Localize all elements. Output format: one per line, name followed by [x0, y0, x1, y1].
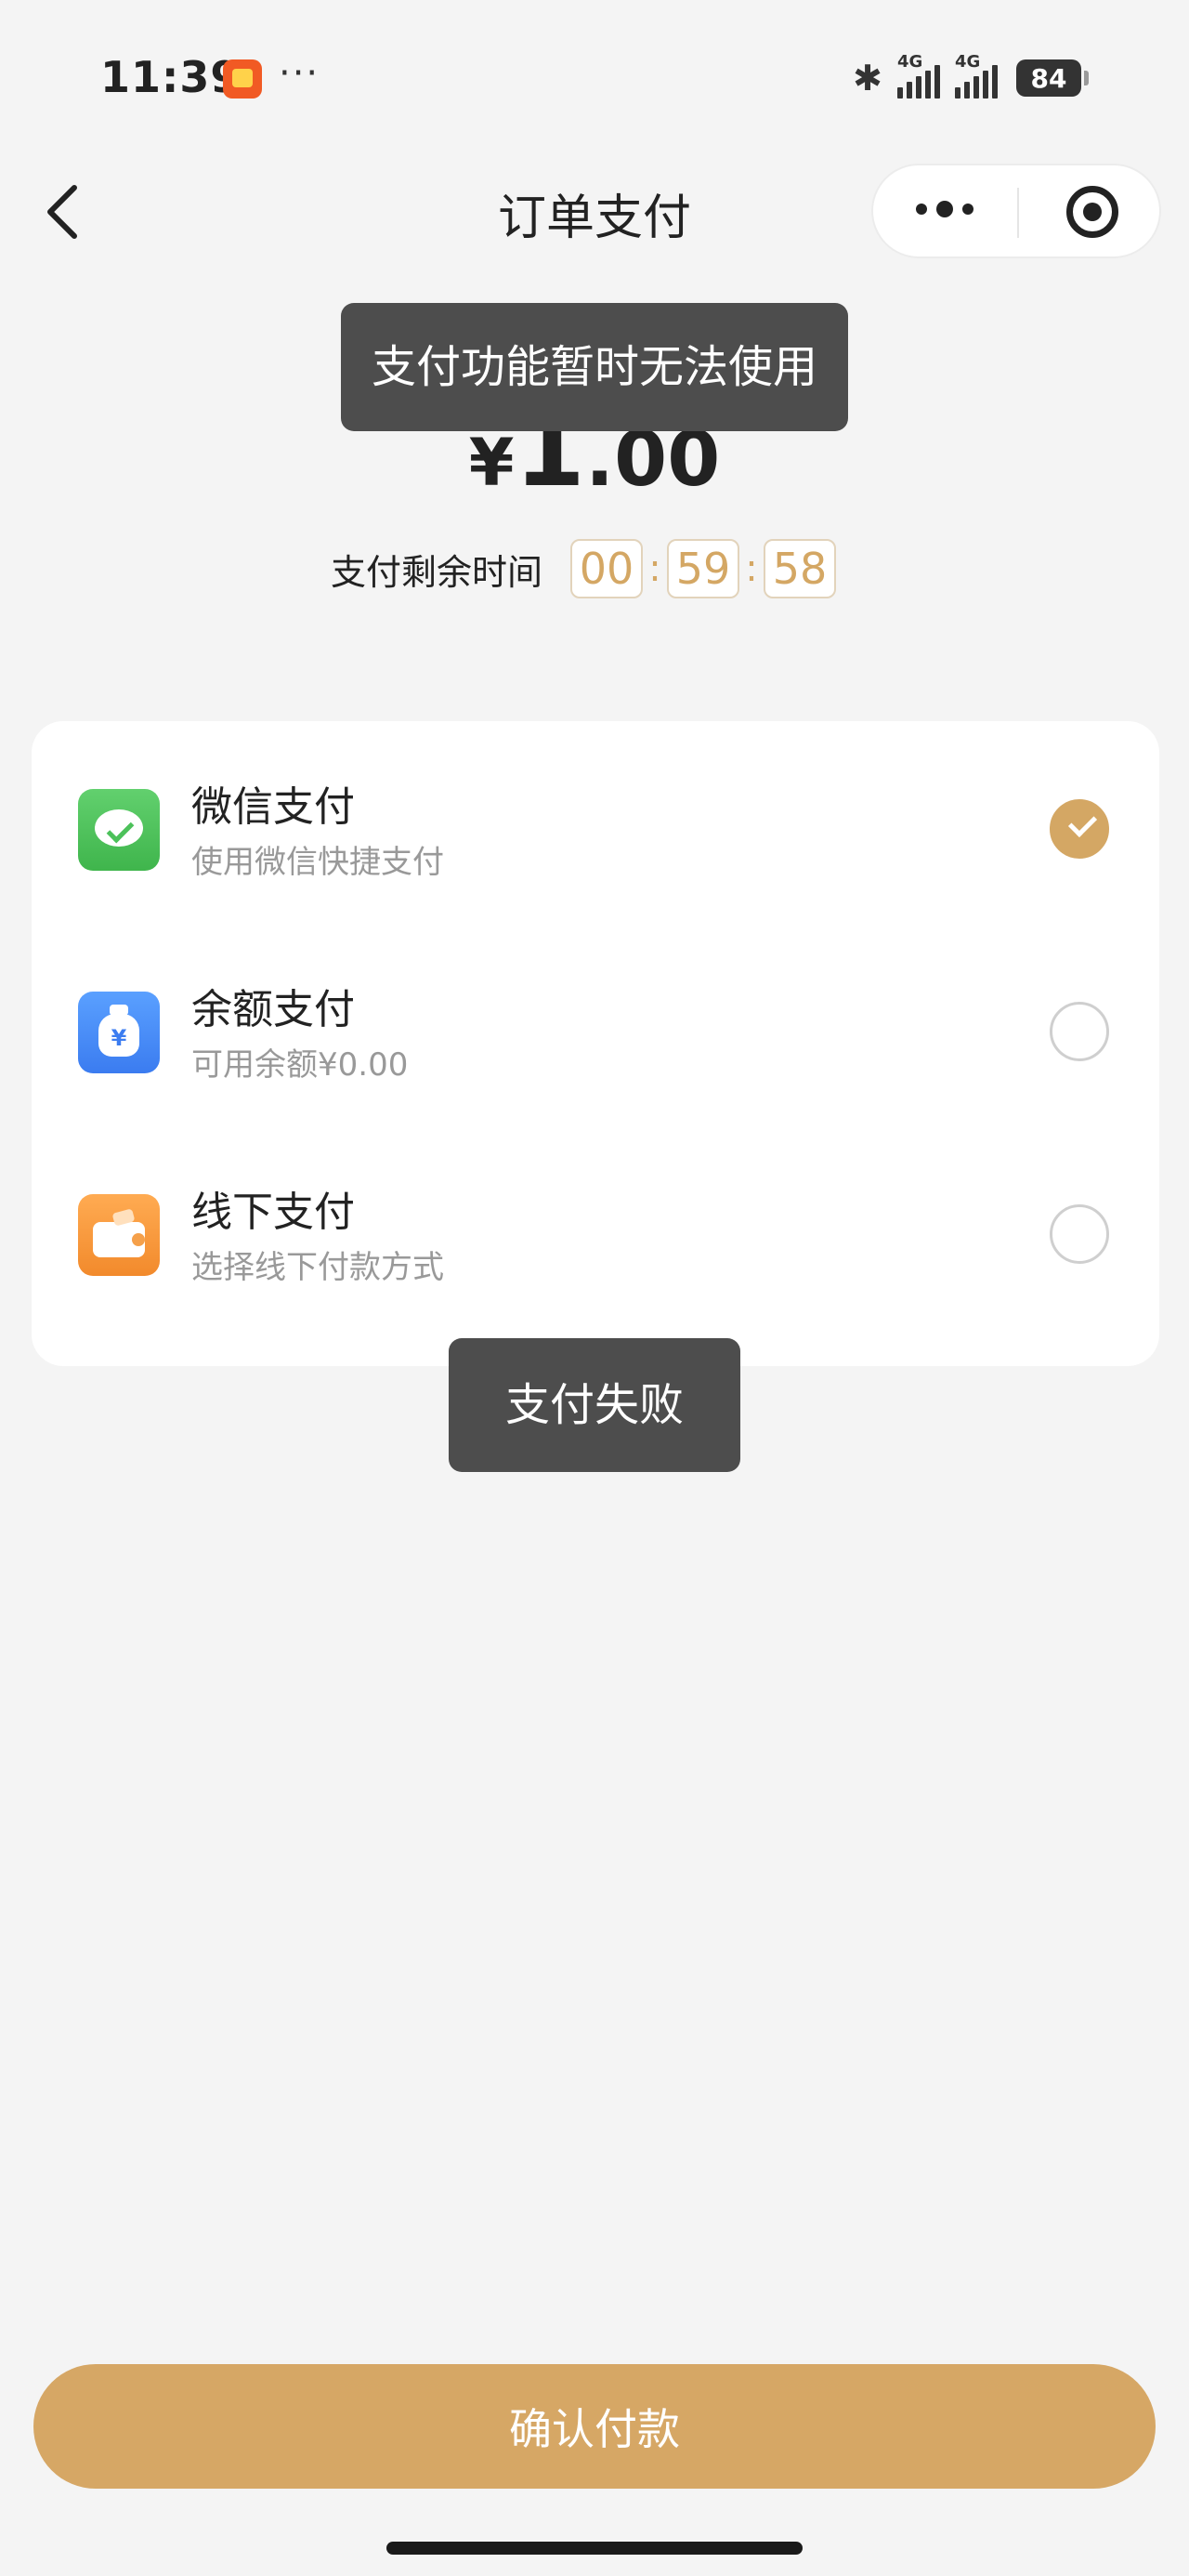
- countdown-separator: :: [648, 547, 661, 590]
- countdown-minutes: 59: [667, 539, 740, 598]
- confirm-payment-button[interactable]: 确认付款: [33, 2364, 1156, 2489]
- radio-unchecked-icon[interactable]: [1050, 1204, 1109, 1264]
- wechat-pay-icon: [78, 789, 160, 871]
- radio-checked-icon[interactable]: [1050, 799, 1109, 859]
- network-type-2: 4G: [955, 52, 981, 72]
- countdown-separator: :: [745, 547, 758, 590]
- currency-symbol: ¥: [468, 425, 515, 501]
- payment-option-subtitle: 可用余额¥0.00: [191, 1046, 409, 1084]
- payment-option-offline[interactable]: 线下支付 选择线下付款方式: [32, 1134, 1159, 1336]
- signal-icon-sim2: 4G: [955, 52, 998, 99]
- money-bag-icon: ¥: [78, 992, 160, 1073]
- payment-option-subtitle: 使用微信快捷支付: [191, 844, 444, 881]
- capsule-divider: [1017, 188, 1019, 238]
- home-indicator[interactable]: [386, 2542, 803, 2555]
- payment-option-subtitle: 选择线下付款方式: [191, 1249, 444, 1286]
- close-miniprogram-icon[interactable]: [1066, 186, 1118, 238]
- payment-option-wechat[interactable]: 微信支付 使用微信快捷支付: [32, 729, 1159, 931]
- notification-app-icon: [223, 59, 262, 99]
- status-time: 11:39: [100, 52, 242, 102]
- miniprogram-capsule: [871, 164, 1161, 258]
- battery-icon: 84: [1016, 59, 1089, 97]
- payment-method-card: 微信支付 使用微信快捷支付 ¥ 余额支付 可用余额¥0.00 线下支付 选择线下…: [32, 721, 1159, 1366]
- countdown-hours: 00: [570, 539, 644, 598]
- bluetooth-icon: ✱: [853, 58, 882, 99]
- payment-option-title: 余额支付: [191, 986, 355, 1033]
- more-menu-icon[interactable]: [916, 201, 973, 217]
- payment-option-title: 微信支付: [191, 783, 355, 831]
- radio-unchecked-icon[interactable]: [1050, 1002, 1109, 1061]
- payment-option-balance[interactable]: ¥ 余额支付 可用余额¥0.00: [32, 931, 1159, 1134]
- countdown-label: 支付剩余时间: [331, 551, 543, 593]
- signal-icon-sim1: 4G: [897, 52, 940, 99]
- more-notifications-icon: ···: [279, 52, 320, 95]
- payment-option-title: 线下支付: [191, 1189, 355, 1236]
- toast-payment-unavailable: 支付功能暂时无法使用: [341, 303, 848, 431]
- countdown-timer: 支付剩余时间 00 : 59 : 58: [331, 539, 837, 598]
- status-indicators: ✱ 4G 4G 84: [853, 52, 1089, 104]
- countdown-seconds: 58: [764, 539, 837, 598]
- toast-payment-failed: 支付失败: [449, 1338, 740, 1472]
- network-type-1: 4G: [897, 52, 923, 72]
- wallet-icon: [78, 1194, 160, 1276]
